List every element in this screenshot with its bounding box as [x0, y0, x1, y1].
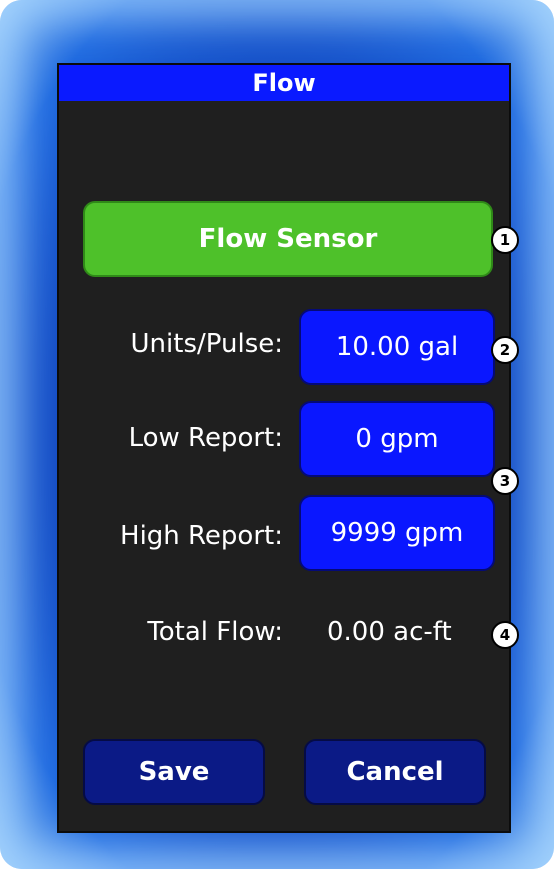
callout-2-badge: 2	[491, 336, 519, 364]
low-report-label: Low Report:	[128, 423, 283, 453]
save-button[interactable]: Save	[83, 739, 265, 805]
callout-1-badge: 1	[491, 226, 519, 254]
low-report-button[interactable]: 0 gpm	[299, 401, 495, 477]
high-report-button[interactable]: 9999 gpm	[299, 495, 495, 571]
total-flow-value: 0.00 ac-ft	[327, 617, 452, 647]
page-title: Flow	[59, 65, 509, 101]
total-flow-label: Total Flow:	[147, 617, 283, 647]
units-pulse-label: Units/Pulse:	[130, 329, 283, 359]
flow-sensor-button[interactable]: Flow Sensor	[83, 201, 493, 277]
flow-screen: Flow Flow Sensor Units/Pulse: 10.00 gal …	[57, 63, 511, 833]
callout-3-badge: 3	[491, 467, 519, 495]
cancel-button[interactable]: Cancel	[304, 739, 486, 805]
units-pulse-button[interactable]: 10.00 gal	[299, 309, 495, 385]
high-report-label: High Report:	[120, 521, 283, 551]
callout-4-badge: 4	[491, 621, 519, 649]
